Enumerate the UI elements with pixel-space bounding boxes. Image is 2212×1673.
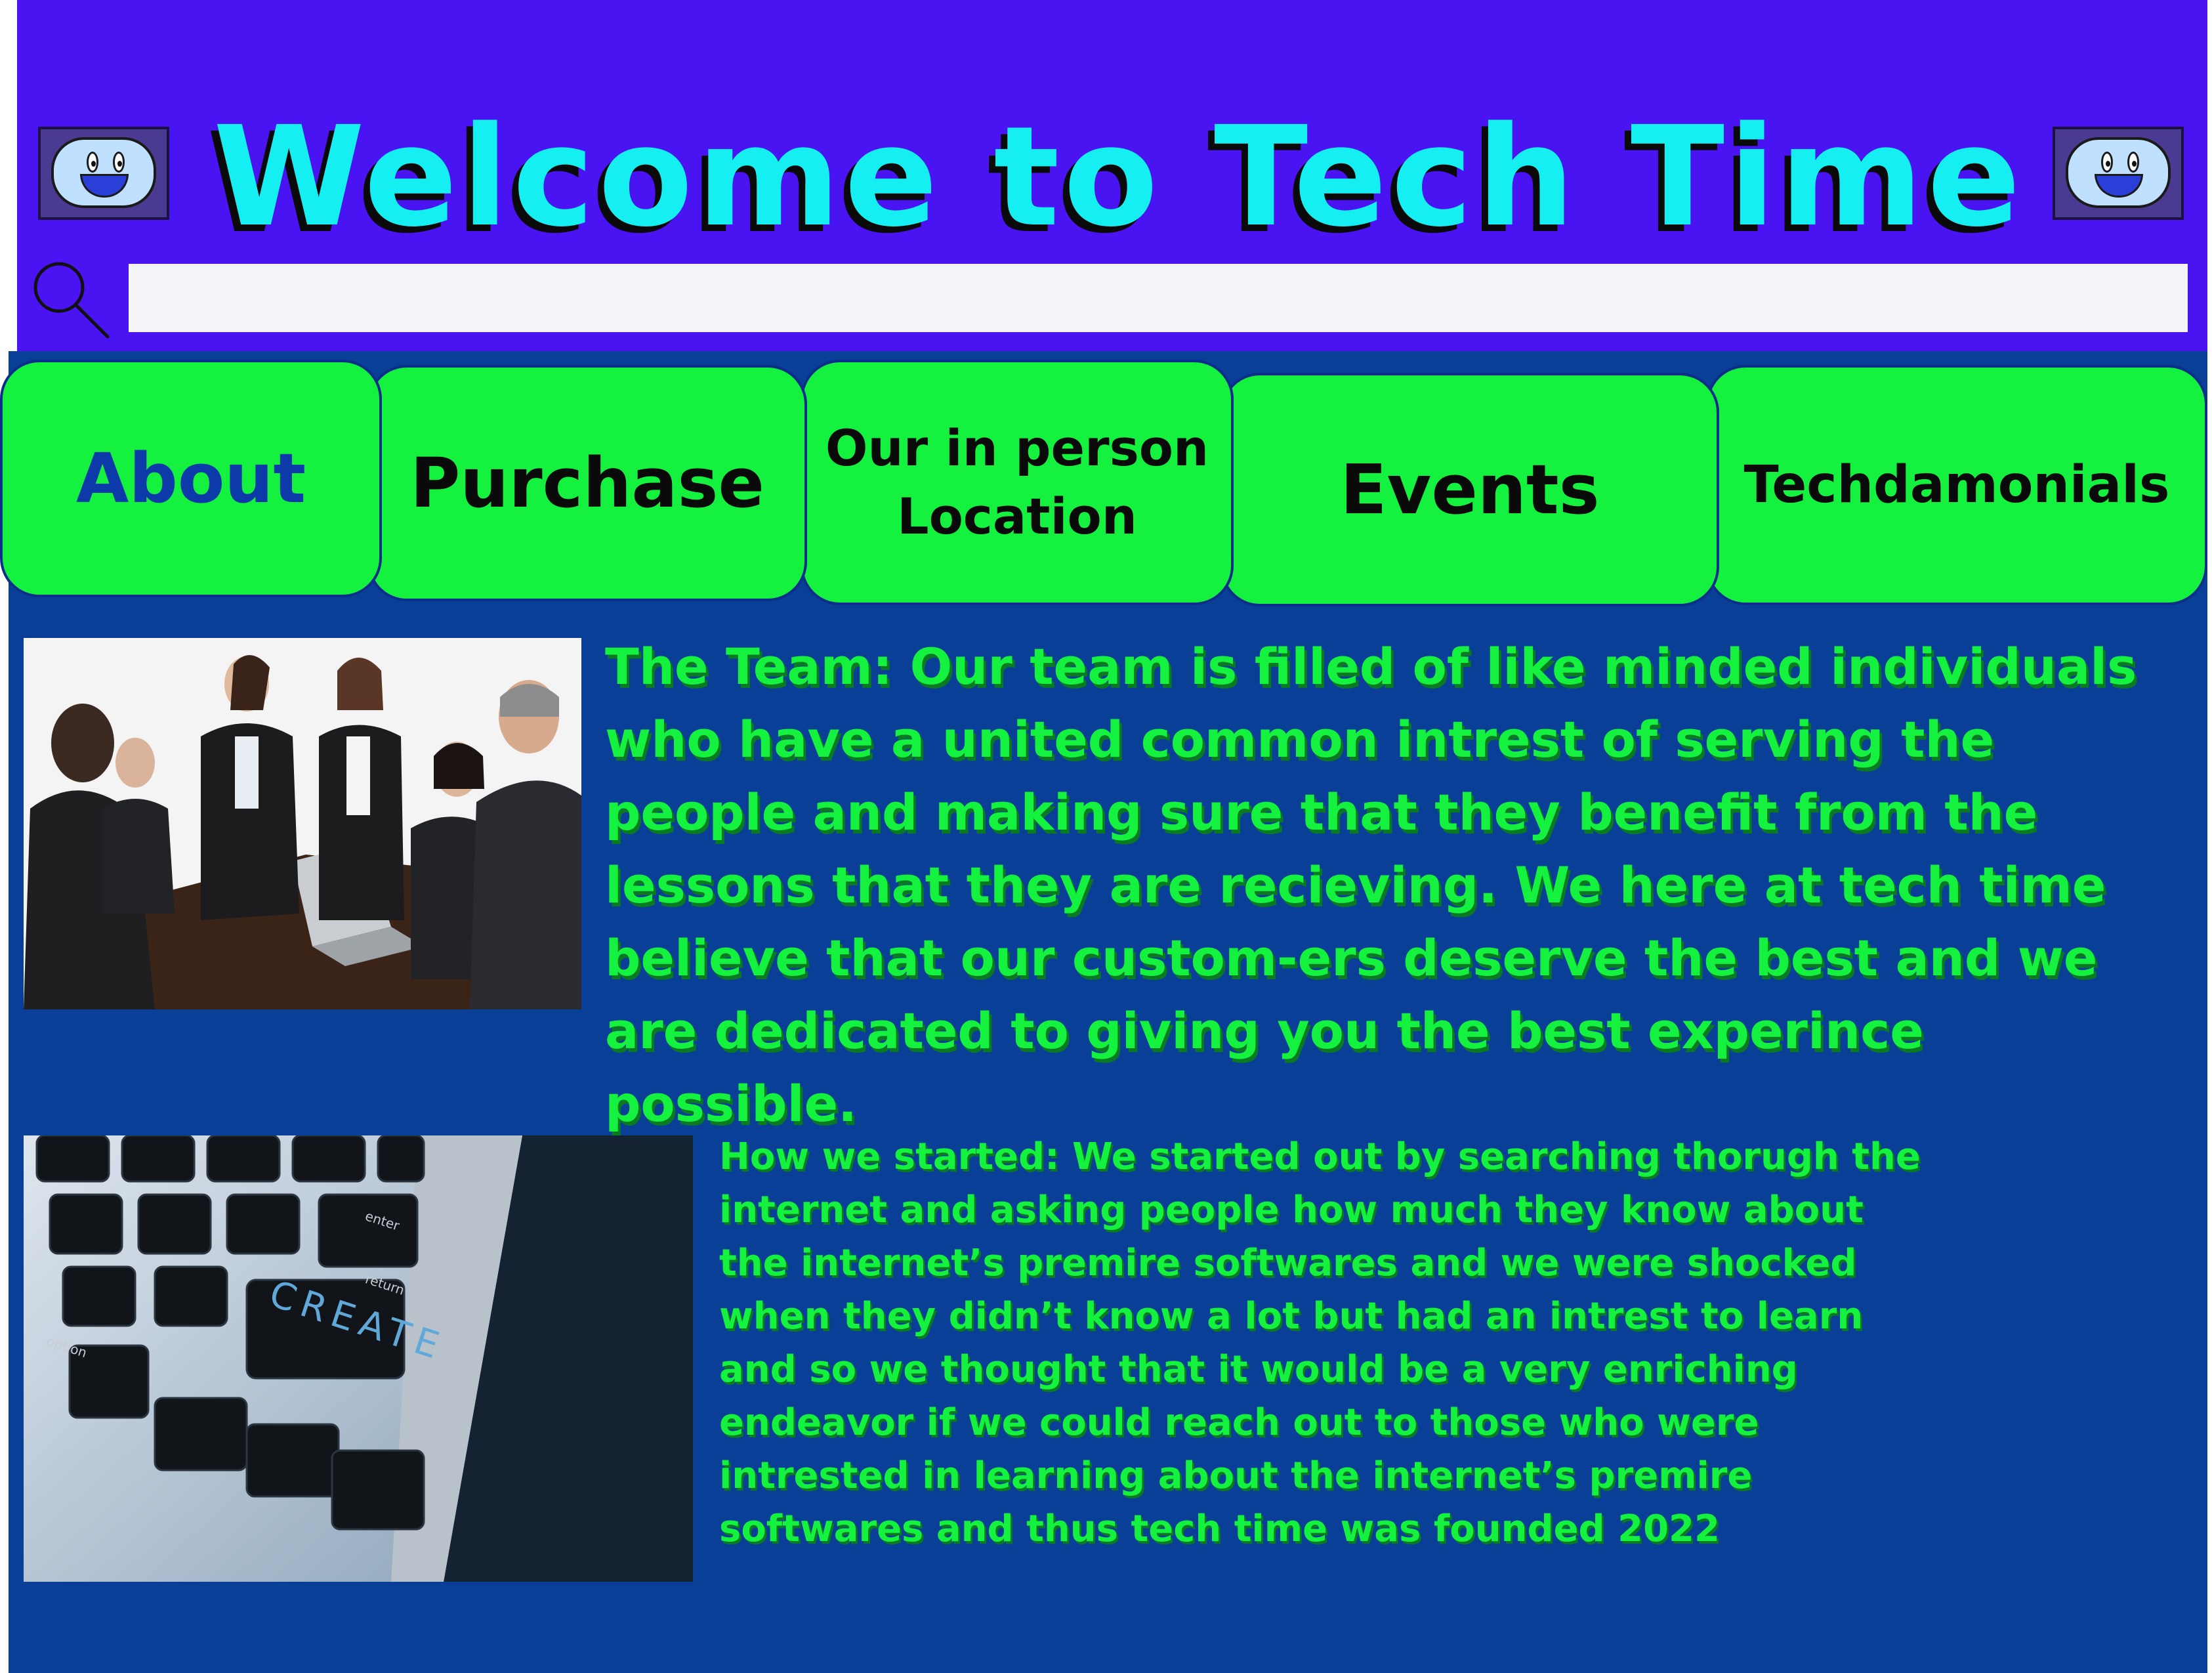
tab-label-line: Our in person (825, 419, 1209, 477)
smiley-face-icon (38, 127, 169, 220)
team-description: The Team: Our team is filled of like min… (605, 637, 2137, 1133)
search-input[interactable] (129, 264, 2188, 332)
tab-events[interactable]: Events (1221, 373, 1719, 606)
tab-label-line: Location (897, 487, 1137, 545)
tab-label: Purchase (410, 443, 764, 523)
page-title: Welcome to Tech Time (213, 96, 2025, 257)
tab-label: Techdamonials (1743, 455, 2170, 515)
how-we-started-description: How we started: We started out by search… (719, 1135, 1921, 1550)
tab-purchase[interactable]: Purchase (367, 365, 807, 601)
search-icon[interactable] (28, 257, 113, 343)
laptop-keyboard-photo: CREATE enter return option (24, 1135, 693, 1582)
tab-label: Events (1340, 450, 1600, 530)
smiley-face-icon (2053, 127, 2184, 220)
tab-label: About (75, 438, 306, 519)
tab-techdamonials[interactable]: Techdamonials (1706, 365, 2207, 605)
team-meeting-photo (24, 638, 581, 1009)
tab-location[interactable]: Our in person Location (801, 360, 1234, 605)
tab-about[interactable]: About (0, 360, 382, 597)
